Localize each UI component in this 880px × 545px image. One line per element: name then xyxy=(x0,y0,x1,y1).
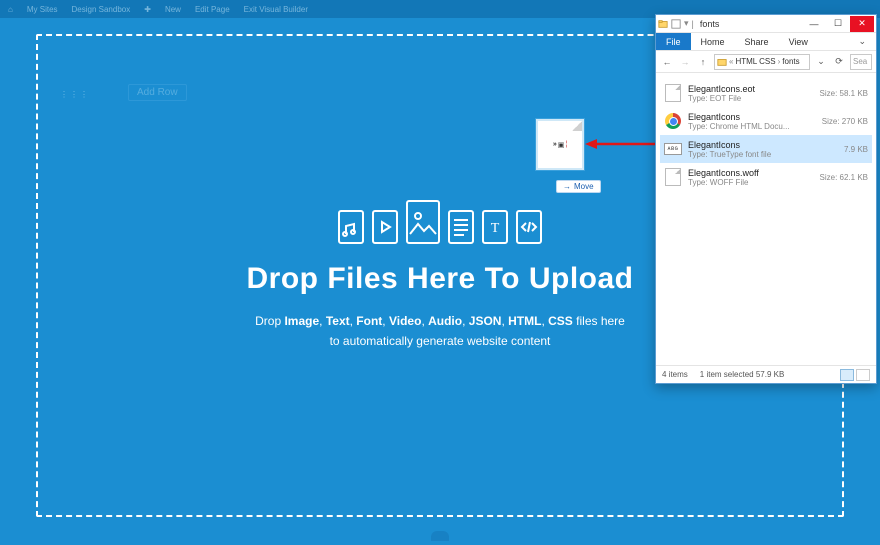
window-title: fonts xyxy=(700,19,720,29)
close-button[interactable]: ✕ xyxy=(850,16,874,32)
dropzone-sub-suffix: files here xyxy=(573,314,625,328)
adminbar-item[interactable]: ✚ xyxy=(144,5,151,14)
file-type-icons: T xyxy=(338,200,542,244)
file-type: Type: EOT File xyxy=(688,94,808,103)
dropzone-type: CSS xyxy=(548,314,573,328)
path-segment[interactable]: fonts xyxy=(782,57,799,66)
minimize-button[interactable]: — xyxy=(802,16,826,32)
chrome-icon xyxy=(665,113,681,129)
refresh-button[interactable]: ⟳ xyxy=(832,55,846,69)
file-type: Type: TrueType font file xyxy=(688,150,832,159)
dropzone-type: Audio xyxy=(428,314,462,328)
dropzone-sub-prefix: Drop xyxy=(255,314,284,328)
folder-icon xyxy=(717,57,727,67)
truetype-font-icon: ᴀʙɢ xyxy=(664,143,682,155)
tab-share[interactable]: Share xyxy=(735,33,779,50)
address-history-button[interactable]: ⌄ xyxy=(814,56,828,67)
nav-toolbar: ← → ↑ « HTML CSS › fonts ⌄ ⟳ Sea xyxy=(656,51,876,73)
file-size: Size: 270 KB xyxy=(822,117,868,126)
adminbar-item[interactable]: ⌂ xyxy=(8,5,13,14)
dropzone-sub-line2: to automatically generate website conten… xyxy=(330,334,551,348)
titlebar[interactable]: ▾ | fonts — ☐ ✕ xyxy=(656,15,876,33)
file-icon xyxy=(665,168,681,186)
nav-forward-button[interactable]: → xyxy=(678,55,692,69)
dropzone-type: HTML xyxy=(508,314,541,328)
search-box[interactable]: Sea xyxy=(850,54,872,70)
file-row[interactable]: ElegantIcons.eot Type: EOT File Size: 58… xyxy=(660,79,872,107)
nav-back-button[interactable]: ← xyxy=(660,55,674,69)
path-segment[interactable]: HTML CSS xyxy=(735,57,775,66)
status-item-count: 4 items xyxy=(662,370,688,379)
file-icon xyxy=(665,84,681,102)
folder-icon xyxy=(658,19,668,29)
ribbon-tabs: File Home Share View ⌄ xyxy=(656,33,876,51)
arrow-right-icon: → xyxy=(563,182,571,191)
text-file-icon xyxy=(448,210,474,244)
file-type: Type: Chrome HTML Docu... xyxy=(688,122,810,131)
file-size: 7.9 KB xyxy=(844,145,868,154)
address-bar[interactable]: « HTML CSS › fonts xyxy=(714,54,810,70)
status-bar: 4 items 1 item selected 57.9 KB xyxy=(656,365,876,383)
file-row-selected[interactable]: ᴀʙɢ ElegantIcons Type: TrueType font fil… xyxy=(660,135,872,163)
font-preview-icon: »▣¦ xyxy=(553,141,567,149)
properties-icon xyxy=(671,19,681,29)
adminbar-item[interactable]: New xyxy=(165,5,181,14)
dropzone-type: Font xyxy=(356,314,382,328)
dropzone-type: Video xyxy=(389,314,421,328)
tab-home[interactable]: Home xyxy=(691,33,735,50)
file-size: Size: 58.1 KB xyxy=(820,89,868,98)
image-file-icon xyxy=(406,200,440,244)
code-file-icon xyxy=(516,210,542,244)
file-size: Size: 62.1 KB xyxy=(820,173,868,182)
drag-ghost: »▣¦ xyxy=(535,118,585,171)
dropzone-subtext: Drop Image, Text, Font, Video, Audio, JS… xyxy=(255,312,625,350)
adminbar-item[interactable]: My Sites xyxy=(27,5,58,14)
file-name: ElegantIcons xyxy=(688,140,832,150)
builder-toggle[interactable] xyxy=(431,531,449,541)
ribbon-expand[interactable]: ⌄ xyxy=(848,33,876,50)
adminbar-item[interactable]: Design Sandbox xyxy=(72,5,131,14)
font-file-icon: T xyxy=(482,210,508,244)
video-file-icon xyxy=(372,210,398,244)
file-row[interactable]: ElegantIcons Type: Chrome HTML Docu... S… xyxy=(660,107,872,135)
file-name: ElegantIcons xyxy=(688,112,810,122)
adminbar-item[interactable]: Edit Page xyxy=(195,5,230,14)
adminbar-item[interactable]: Exit Visual Builder xyxy=(244,5,308,14)
dropzone-type: Image xyxy=(284,314,319,328)
dropzone-type: JSON xyxy=(469,314,502,328)
file-type: Type: WOFF File xyxy=(688,178,808,187)
file-list: ElegantIcons.eot Type: EOT File Size: 58… xyxy=(656,73,876,365)
maximize-button[interactable]: ☐ xyxy=(826,16,850,32)
view-details-button[interactable] xyxy=(840,369,854,381)
dropzone-title: Drop Files Here To Upload xyxy=(247,262,634,296)
dropzone-type: Text xyxy=(326,314,350,328)
tab-file[interactable]: File xyxy=(656,33,691,50)
move-label: Move xyxy=(574,182,594,191)
audio-file-icon xyxy=(338,210,364,244)
tab-view[interactable]: View xyxy=(779,33,818,50)
nav-up-button[interactable]: ↑ xyxy=(696,55,710,69)
file-row[interactable]: ElegantIcons.woff Type: WOFF File Size: … xyxy=(660,163,872,191)
file-explorer-window: ▾ | fonts — ☐ ✕ File Home Share View ⌄ ←… xyxy=(655,14,877,384)
file-name: ElegantIcons.woff xyxy=(688,168,808,178)
status-selection: 1 item selected 57.9 KB xyxy=(700,370,785,379)
view-large-button[interactable] xyxy=(856,369,870,381)
svg-text:T: T xyxy=(491,221,500,236)
file-name: ElegantIcons.eot xyxy=(688,84,808,94)
drag-move-badge: → Move xyxy=(556,180,601,193)
